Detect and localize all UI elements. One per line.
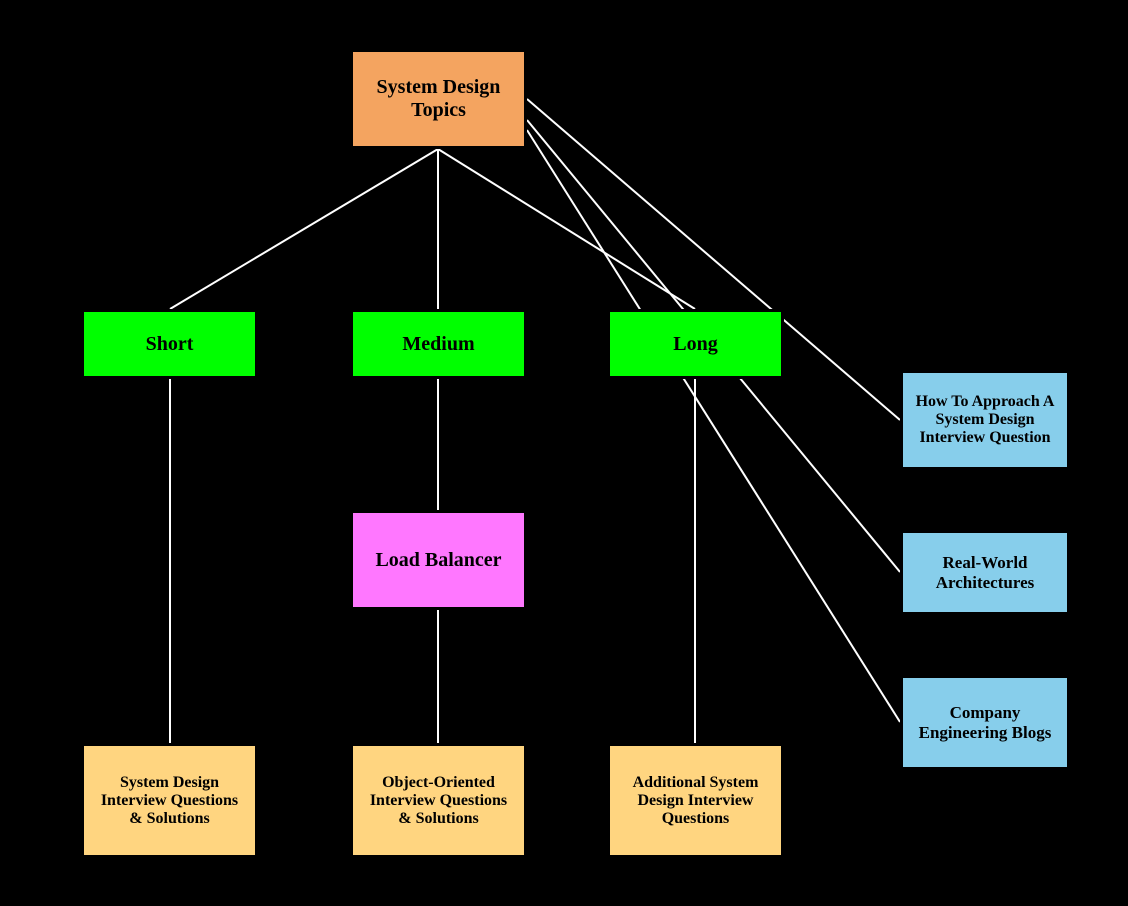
oo-interview-questions-node: Object-Oriented Interview Questions & So… (350, 743, 527, 858)
company-engineering-blogs-node: Company Engineering Blogs (900, 675, 1070, 770)
sd-interview-questions-node: System Design Interview Questions & Solu… (81, 743, 258, 858)
long-node: Long (607, 309, 784, 379)
real-world-architectures-node: Real-World Architectures (900, 530, 1070, 615)
additional-sd-questions-node: Additional System Design Interview Quest… (607, 743, 784, 858)
medium-node: Medium (350, 309, 527, 379)
short-node: Short (81, 309, 258, 379)
load-balancer-node: Load Balancer (350, 510, 527, 610)
how-to-approach-node: How To Approach A System Design Intervie… (900, 370, 1070, 470)
system-design-topics-node: System Design Topics (350, 49, 527, 149)
